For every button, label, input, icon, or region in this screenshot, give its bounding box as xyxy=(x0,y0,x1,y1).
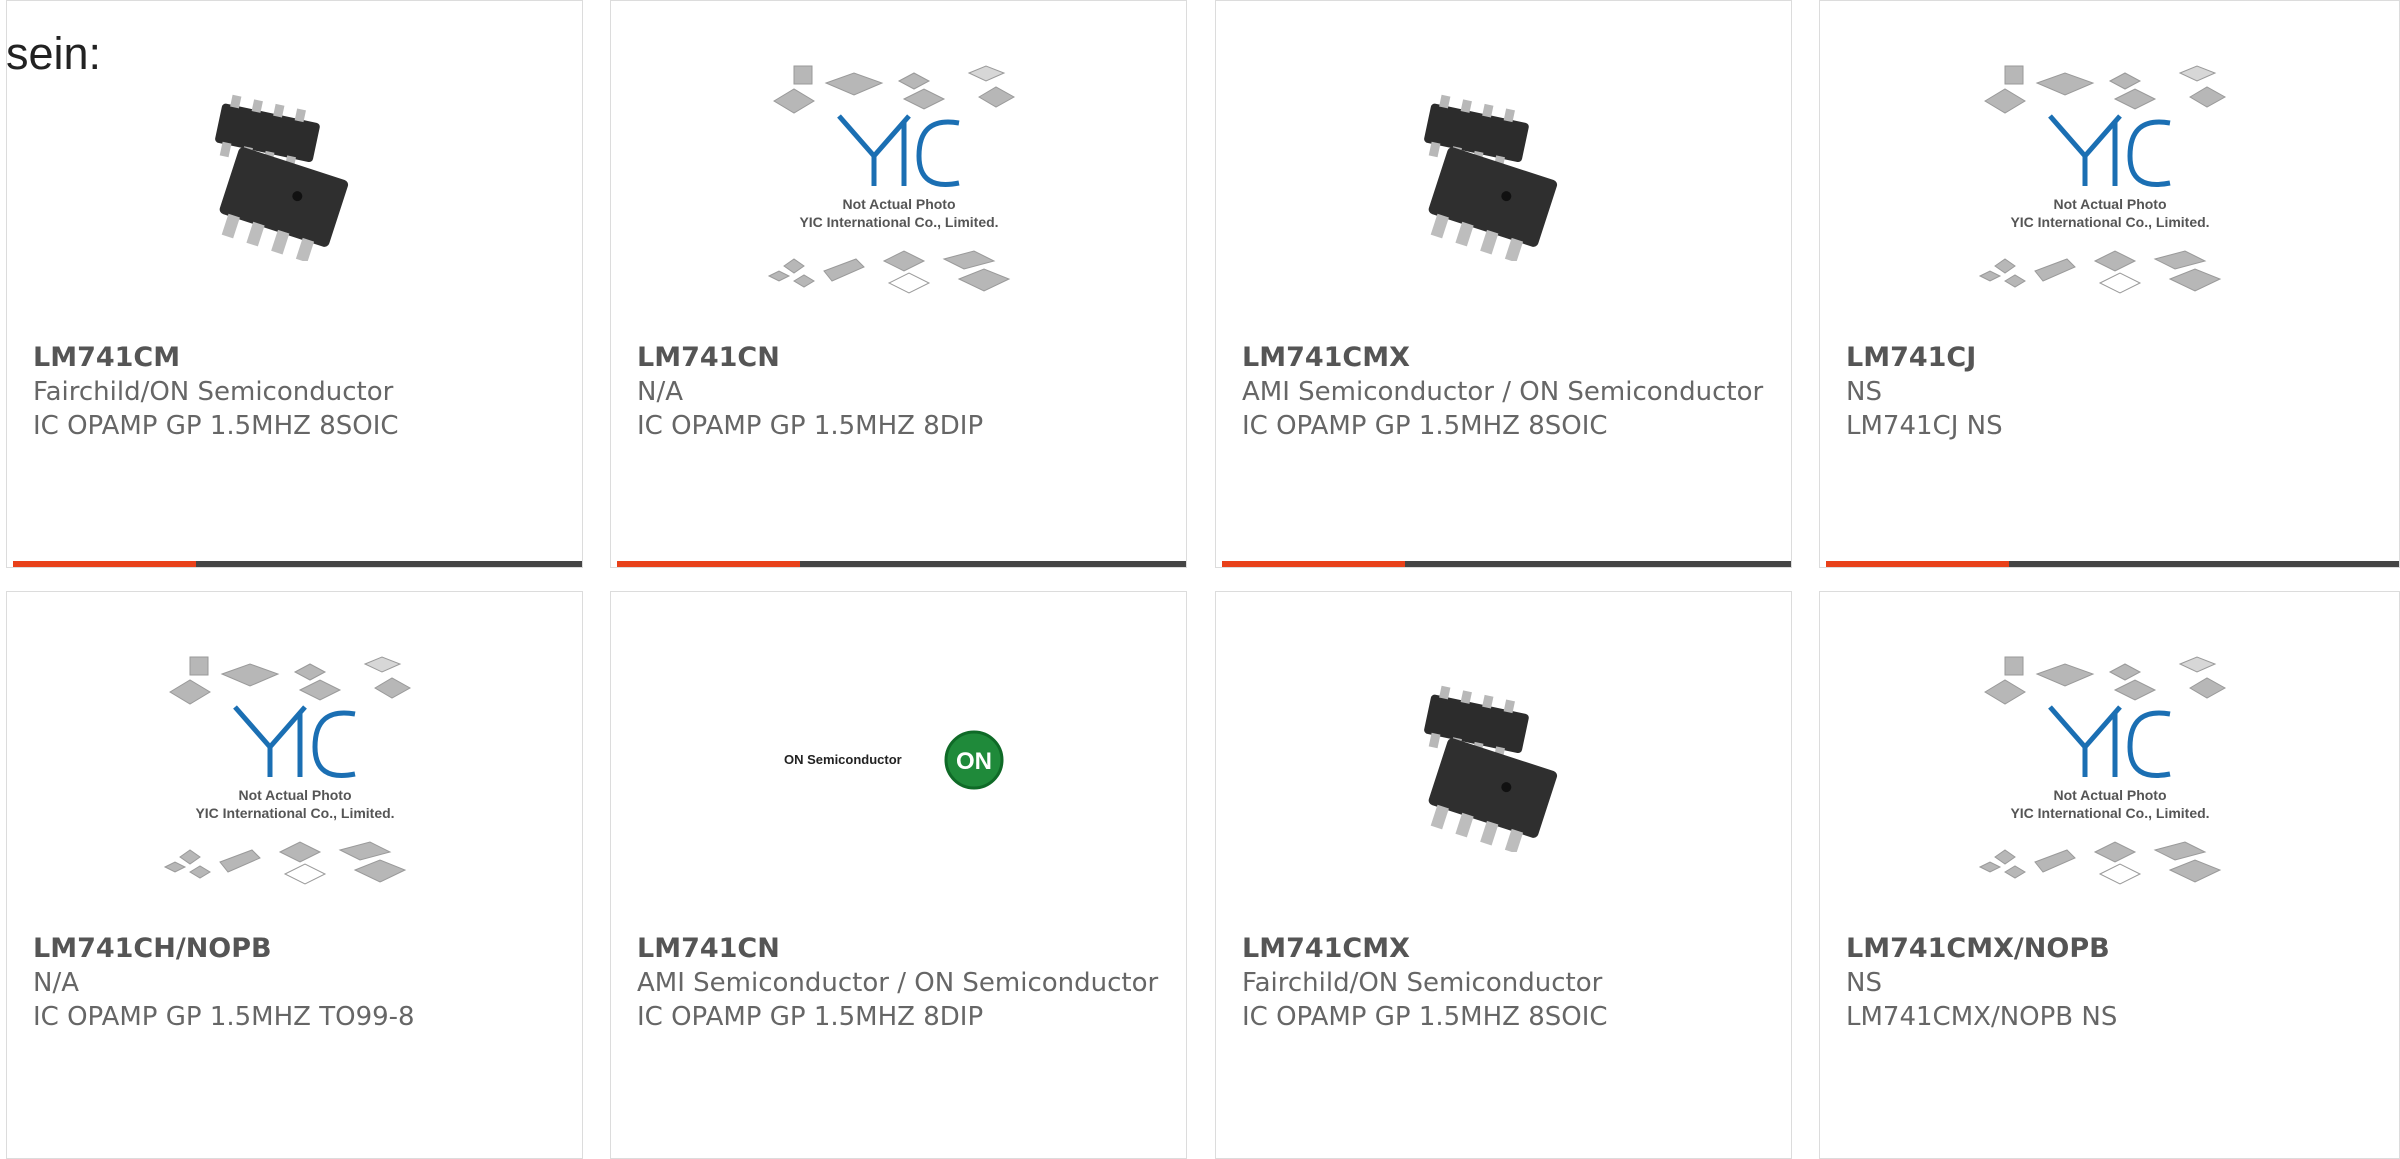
card-bottom-bar xyxy=(1222,561,1791,567)
product-manufacturer: N/A xyxy=(637,377,683,407)
product-description: IC OPAMP GP 1.5MHZ 8SOIC xyxy=(1242,1002,1608,1032)
product-part-number[interactable]: LM741CH/NOPB xyxy=(33,932,556,966)
product-manufacturer: NS xyxy=(1846,377,1882,407)
product-card[interactable]: Not Actual Photo YIC International Co., … xyxy=(1819,591,2400,1159)
soic-chip-image xyxy=(1403,652,1604,852)
product-photo: Not Actual Photo YIC International Co., … xyxy=(7,652,582,922)
photo-caption-line1: Not Actual Photo xyxy=(2053,787,2166,803)
product-description: IC OPAMP GP 1.5MHZ TO99-8 xyxy=(33,1002,415,1032)
photo-caption-line1: Not Actual Photo xyxy=(842,196,955,212)
product-photo: Not Actual Photo YIC International Co., … xyxy=(1820,652,2399,922)
yic-placeholder-image: Not Actual Photo YIC International Co., … xyxy=(767,65,1015,294)
product-description: IC OPAMP GP 1.5MHZ 8SOIC xyxy=(33,411,399,441)
product-card[interactable]: LM741CM Fairchild/ON Semiconductor IC OP… xyxy=(6,0,583,568)
product-card[interactable]: LM741CMX AMI Semiconductor / ON Semicond… xyxy=(1215,0,1792,568)
product-manufacturer: Fairchild/ON Semiconductor xyxy=(33,377,394,407)
photo-caption-line2: YIC International Co., Limited. xyxy=(2010,214,2209,230)
product-card[interactable]: Not Actual Photo YIC International Co., … xyxy=(1819,0,2400,568)
product-manufacturer: AMI Semiconductor / ON Semiconductor xyxy=(637,968,1159,998)
soic-chip-image xyxy=(1403,61,1604,261)
on-logo-mark: ON xyxy=(956,748,992,775)
product-part-number[interactable]: LM741CMX/NOPB xyxy=(1846,932,2373,966)
product-photo: ON Semiconductor ON xyxy=(611,652,1186,922)
product-description: IC OPAMP GP 1.5MHZ 8DIP xyxy=(637,1002,984,1032)
product-description: IC OPAMP GP 1.5MHZ 8SOIC xyxy=(1242,411,1608,441)
photo-caption-line1: Not Actual Photo xyxy=(2053,196,2166,212)
product-part-number[interactable]: LM741CJ xyxy=(1846,341,2373,375)
product-description: LM741CJ NS xyxy=(1846,411,2003,441)
product-photo xyxy=(1216,652,1791,922)
yic-placeholder-image: Not Actual Photo YIC International Co., … xyxy=(1978,65,2226,294)
product-photo: Not Actual Photo YIC International Co., … xyxy=(1820,61,2399,331)
product-photo: Not Actual Photo YIC International Co., … xyxy=(611,61,1186,331)
product-manufacturer: Fairchild/ON Semiconductor xyxy=(1242,968,1603,998)
photo-caption-line1: Not Actual Photo xyxy=(238,787,351,803)
product-photo xyxy=(1216,61,1791,331)
product-description: LM741CMX/NOPB NS xyxy=(1846,1002,2118,1032)
product-photo xyxy=(7,61,582,331)
product-card[interactable]: Not Actual Photo YIC International Co., … xyxy=(6,591,583,1159)
product-part-number[interactable]: LM741CMX xyxy=(1242,932,1765,966)
photo-caption-line2: YIC International Co., Limited. xyxy=(2010,805,2209,821)
yic-placeholder-image: Not Actual Photo YIC International Co., … xyxy=(1978,656,2226,885)
product-part-number[interactable]: LM741CN xyxy=(637,932,1160,966)
on-semiconductor-logo: ON Semiconductor ON xyxy=(784,730,1003,790)
yic-placeholder-image: Not Actual Photo YIC International Co., … xyxy=(163,656,411,885)
product-card[interactable]: ON Semiconductor ON LM741CN AMI Semicond… xyxy=(610,591,1187,1159)
photo-caption-line2: YIC International Co., Limited. xyxy=(799,214,998,230)
product-manufacturer: NS xyxy=(1846,968,1882,998)
card-bottom-bar xyxy=(617,561,1186,567)
product-manufacturer: N/A xyxy=(33,968,79,998)
product-manufacturer: AMI Semiconductor / ON Semiconductor xyxy=(1242,377,1764,407)
product-part-number[interactable]: LM741CMX xyxy=(1242,341,1765,375)
intro-text: sein: xyxy=(6,28,102,79)
product-part-number[interactable]: LM741CM xyxy=(33,341,556,375)
card-bottom-bar xyxy=(1826,561,2399,567)
product-part-number[interactable]: LM741CN xyxy=(637,341,1160,375)
on-logo-wordmark: ON Semiconductor xyxy=(784,752,902,767)
product-card[interactable]: Not Actual Photo YIC International Co., … xyxy=(610,0,1187,568)
soic-chip-image xyxy=(194,61,395,261)
photo-caption-line2: YIC International Co., Limited. xyxy=(195,805,394,821)
product-description: IC OPAMP GP 1.5MHZ 8DIP xyxy=(637,411,984,441)
card-bottom-bar xyxy=(13,561,582,567)
product-card[interactable]: LM741CMX Fairchild/ON Semiconductor IC O… xyxy=(1215,591,1792,1159)
